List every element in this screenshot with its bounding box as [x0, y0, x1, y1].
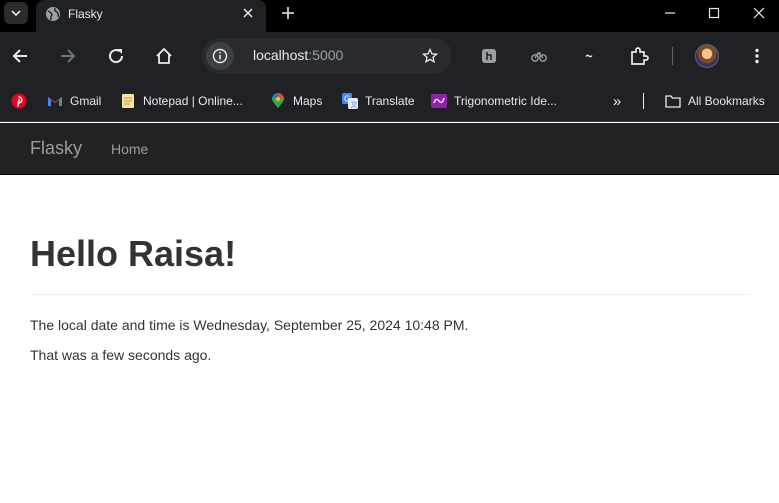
- notepad-icon: [120, 93, 136, 109]
- pinterest-icon: [11, 93, 27, 109]
- arrow-left-icon: [12, 49, 27, 63]
- new-tab-button[interactable]: [278, 3, 298, 23]
- bookmark-label: Translate: [365, 94, 415, 108]
- bookmark-trigonometric[interactable]: Trigonometric Ide...: [431, 92, 557, 110]
- tab-flasky[interactable]: Flasky: [36, 0, 266, 32]
- address-text[interactable]: localhost:5000: [253, 47, 343, 63]
- bookmark-gmail[interactable]: Gmail: [47, 92, 101, 110]
- close-icon: [243, 8, 253, 18]
- svg-text:G: G: [344, 95, 350, 104]
- puzzle-icon: [631, 47, 649, 65]
- star-icon: [422, 48, 438, 64]
- back-button[interactable]: [8, 44, 32, 68]
- bookmark-label: Maps: [293, 94, 323, 108]
- chevron-down-icon: [11, 10, 21, 17]
- relative-time-text: That was a few seconds ago.: [30, 347, 212, 363]
- extension-tilde-button[interactable]: [577, 44, 601, 68]
- browser-toolbar: localhost:5000: [0, 32, 779, 80]
- bookmark-translate[interactable]: G文 Translate: [342, 92, 415, 110]
- tab-close-button[interactable]: [239, 4, 257, 22]
- site-navbar: Flasky Home: [0, 123, 779, 175]
- minimize-icon: [665, 12, 675, 14]
- extension-hinter-button[interactable]: [477, 44, 501, 68]
- page-title: Hello Raisa!: [30, 233, 237, 274]
- all-bookmarks-label: All Bookmarks: [688, 94, 765, 108]
- bookmark-label: Trigonometric Ide...: [454, 94, 557, 108]
- toolbar-divider: [672, 47, 673, 65]
- all-bookmarks-button[interactable]: All Bookmarks: [665, 92, 765, 110]
- translate-icon: G文: [342, 93, 358, 109]
- close-icon: [753, 7, 765, 19]
- bookmark-pinterest[interactable]: [11, 92, 34, 110]
- bookmarks-bar: Gmail Notepad | Online... Maps G文 Transl…: [0, 80, 779, 122]
- bookmark-maps[interactable]: Maps: [270, 92, 322, 110]
- maps-pin-icon: [270, 93, 286, 109]
- local-datetime-text: The local date and time is Wednesday, Se…: [30, 317, 469, 333]
- bookmark-label: Gmail: [70, 94, 102, 108]
- plus-icon: [282, 7, 294, 19]
- arrow-right-icon: [61, 49, 76, 63]
- reload-button[interactable]: [104, 44, 128, 68]
- nav-link-home[interactable]: Home: [111, 141, 148, 157]
- more-bookmarks-button[interactable]: »: [608, 92, 626, 110]
- profile-avatar[interactable]: [695, 44, 719, 68]
- extension-badge-icon: [482, 49, 496, 63]
- reload-icon: [109, 49, 124, 64]
- close-window-button[interactable]: [747, 2, 771, 24]
- address-host: localhost: [253, 47, 309, 63]
- forward-button[interactable]: [56, 44, 80, 68]
- home-icon: [156, 47, 172, 64]
- tab-title: Flasky: [68, 7, 103, 21]
- navbar-brand[interactable]: Flasky: [30, 138, 82, 159]
- tab-search-button[interactable]: [4, 2, 28, 24]
- bicycle-icon: [531, 51, 547, 62]
- globe-icon: [46, 7, 60, 21]
- tilde-icon: [585, 54, 593, 58]
- more-vertical-icon: [755, 48, 759, 64]
- bookmarks-divider: [643, 93, 644, 109]
- tab-strip: Flasky: [0, 0, 779, 32]
- home-button[interactable]: [152, 44, 176, 68]
- maximize-icon: [708, 7, 720, 19]
- svg-text:文: 文: [351, 100, 358, 109]
- folder-icon: [665, 93, 681, 109]
- bookmark-star-button[interactable]: [420, 46, 440, 66]
- menu-button[interactable]: [745, 44, 769, 68]
- gmail-icon: [47, 93, 63, 109]
- address-port: :5000: [308, 47, 344, 63]
- extensions-button[interactable]: [627, 44, 651, 68]
- extension-bicycle-button[interactable]: [527, 44, 551, 68]
- minimize-button[interactable]: [658, 2, 682, 24]
- address-bar[interactable]: localhost:5000: [202, 38, 452, 74]
- site-info-button[interactable]: [206, 42, 234, 70]
- bookmark-label: Notepad | Online...: [143, 94, 243, 108]
- info-icon: [212, 48, 228, 64]
- page-header: Hello Raisa!: [30, 232, 750, 295]
- website-favicon-icon: [431, 93, 447, 109]
- bookmark-notepad[interactable]: Notepad | Online...: [120, 92, 243, 110]
- maximize-button[interactable]: [702, 2, 726, 24]
